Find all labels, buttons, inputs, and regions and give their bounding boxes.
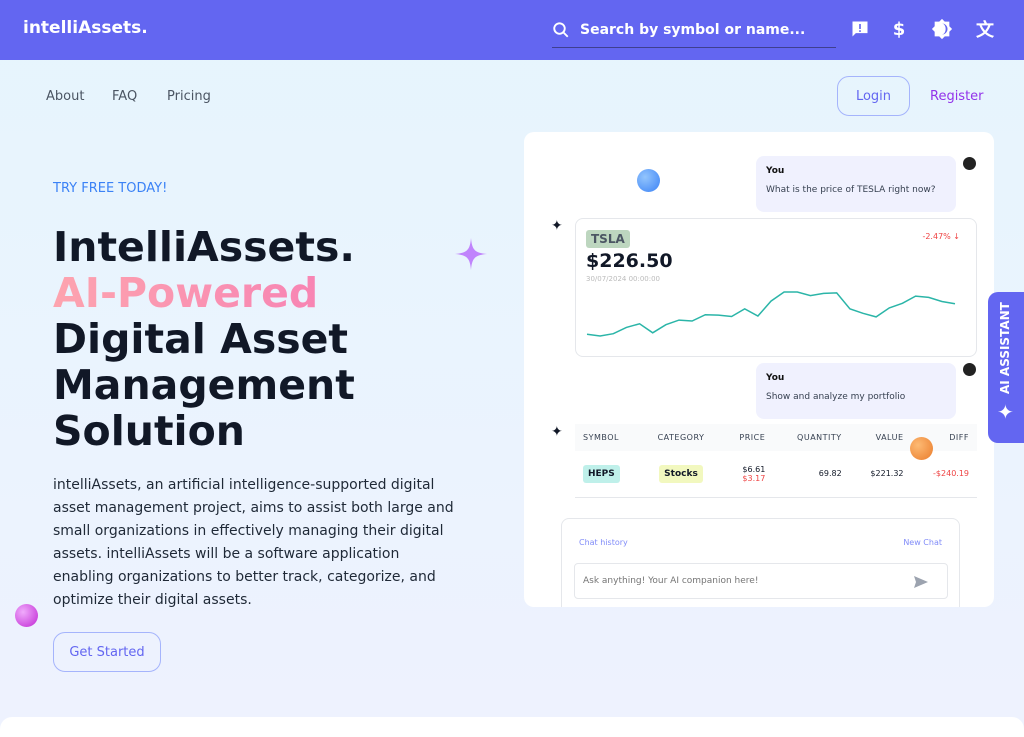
register-link[interactable]: Register <box>930 89 984 104</box>
quantity: 69.82 <box>773 451 850 498</box>
hero-eyebrow: TRY FREE TODAY! <box>53 181 168 196</box>
col-header: QUANTITY <box>773 424 850 451</box>
author: You <box>766 166 785 176</box>
col-header: SYMBOL <box>575 424 642 451</box>
translate-icon[interactable]: 文 <box>974 18 996 41</box>
send-icon[interactable] <box>914 576 928 588</box>
nav-about[interactable]: About <box>46 89 84 104</box>
title-line: IntelliAssets. <box>53 223 355 271</box>
chat-history-link[interactable]: Chat history <box>579 538 628 547</box>
nav-faq[interactable]: FAQ <box>112 89 137 104</box>
user-avatar-icon <box>963 363 976 376</box>
stock-change: -2.47% ↓ <box>922 232 960 241</box>
portfolio-table: SYMBOL CATEGORY PRICE QUANTITY VALUE DIF… <box>575 424 977 498</box>
feedback-icon[interactable] <box>849 18 871 40</box>
nav-pricing[interactable]: Pricing <box>167 89 211 104</box>
logo[interactable]: intelliAssets. <box>23 18 148 38</box>
stock-card: TSLA $226.50 30/07/2024 00:00:00 -2.47% … <box>575 218 977 357</box>
top-bar: intelliAssets. $ 文 <box>0 0 1024 60</box>
user-avatar-icon <box>963 157 976 170</box>
sparkle-icon: ✦ <box>997 400 1014 424</box>
theme-icon[interactable] <box>931 18 953 40</box>
dollar-icon[interactable]: $ <box>888 18 910 40</box>
ai-assistant-label: AI ASSISTANT <box>998 302 1012 394</box>
user-message: You Show and analyze my portfolio <box>756 363 956 419</box>
col-header: PRICE <box>720 424 774 451</box>
sparkle-decoration-icon <box>455 238 487 270</box>
symbol-badge: HEPS <box>583 464 620 483</box>
search-icon <box>553 21 569 37</box>
title-highlight: AI-Powered <box>53 270 473 316</box>
title-line: Digital Asset Management Solution <box>53 315 355 455</box>
user-message: You What is the price of TESLA right now? <box>756 156 956 212</box>
col-header: CATEGORY <box>641 424 721 451</box>
decorative-orb <box>637 169 660 192</box>
price: $6.61 <box>742 464 766 474</box>
decorative-orb <box>910 437 933 460</box>
sparkline-path <box>586 291 956 337</box>
stock-symbol: TSLA <box>586 230 630 248</box>
ai-assistant-tab[interactable]: AI ASSISTANT ✦ <box>988 292 1024 443</box>
value: $221.32 <box>849 451 912 498</box>
message-text: Show and analyze my portfolio <box>766 392 906 402</box>
login-button[interactable]: Login <box>837 76 910 116</box>
author: You <box>766 373 785 383</box>
ai-sparkle-icon: ✦ <box>551 218 563 234</box>
get-started-button[interactable]: Get Started <box>53 632 161 672</box>
message-text: What is the price of TESLA right now? <box>766 185 936 195</box>
hero-title: IntelliAssets. AI-Powered Digital Asset … <box>53 224 473 454</box>
next-section <box>0 717 1024 737</box>
category-badge: Stocks <box>659 464 703 483</box>
new-chat-link[interactable]: New Chat <box>903 538 942 547</box>
chat-panel: Chat history New Chat <box>561 518 960 607</box>
chat-input[interactable] <box>574 563 948 599</box>
hero-description: intelliAssets, an artificial intelligenc… <box>53 477 454 608</box>
search-input[interactable] <box>580 21 820 38</box>
price-secondary: $3.17 <box>742 473 766 483</box>
search-bar <box>552 12 836 48</box>
ai-sparkle-icon: ✦ <box>551 424 563 440</box>
stock-price: $226.50 <box>586 250 673 272</box>
col-header: VALUE <box>849 424 912 451</box>
decorative-orb <box>15 604 38 627</box>
price-sparkline <box>586 291 956 337</box>
stock-date: 30/07/2024 00:00:00 <box>586 275 661 283</box>
chat-preview: You What is the price of TESLA right now?… <box>524 132 994 607</box>
